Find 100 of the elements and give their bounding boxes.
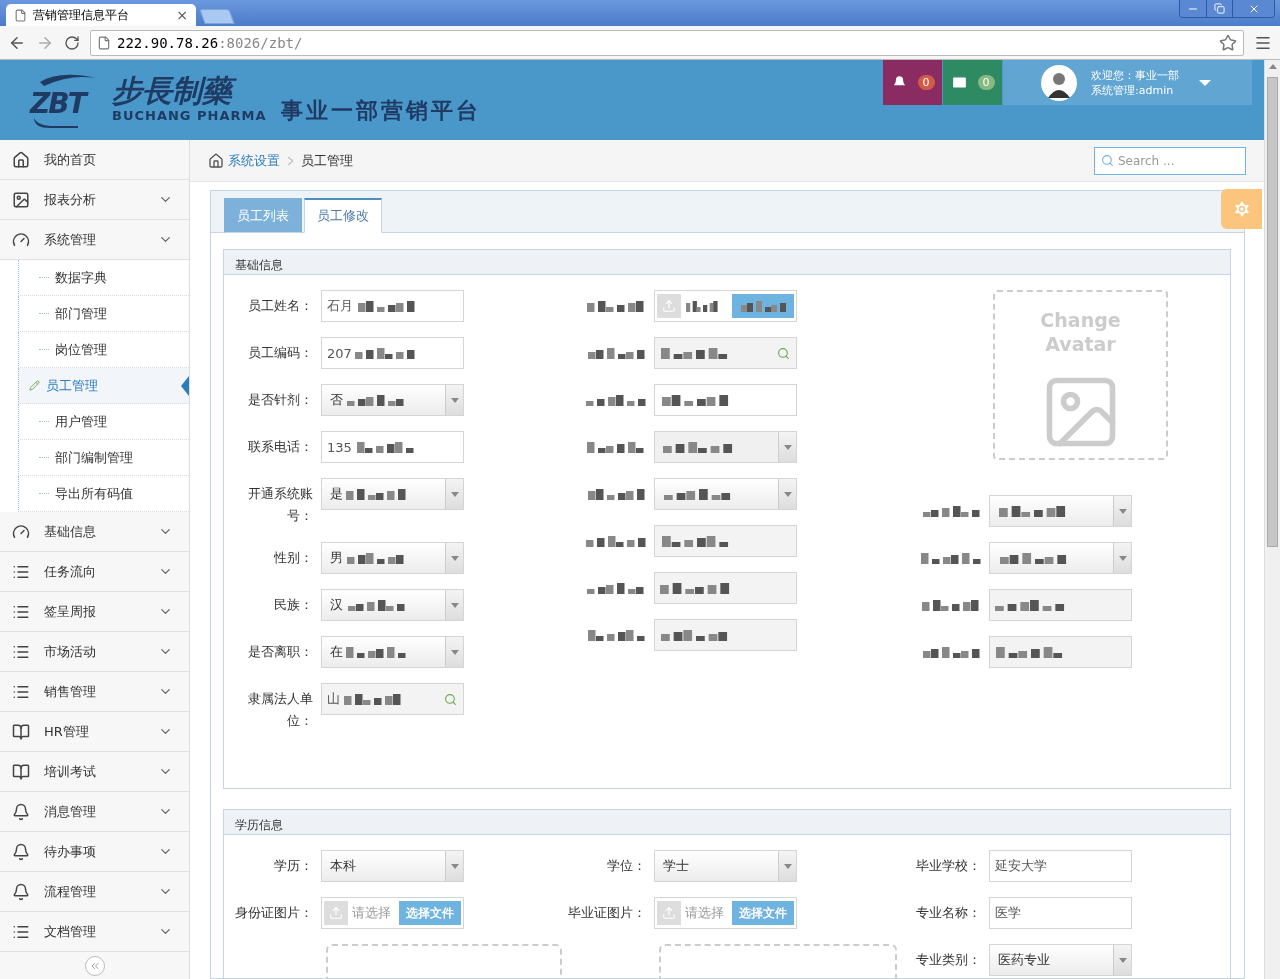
select-field[interactable]: 本科: [321, 850, 464, 882]
sidebar-item[interactable]: 基础信息: [0, 512, 189, 552]
address-bar[interactable]: 222.90.78.26:8026/zbt/: [90, 29, 1244, 56]
sidebar-item[interactable]: 销售管理: [0, 672, 189, 712]
restore-icon[interactable]: [1214, 3, 1225, 14]
sidebar-subitem[interactable]: 员工管理: [18, 368, 189, 404]
dropdown-arrow-icon: [450, 602, 459, 608]
field-value: 医药专业: [998, 951, 1050, 969]
field-value: 石月: [327, 297, 353, 315]
book-icon: [12, 722, 30, 741]
caret-icon: [1199, 79, 1211, 86]
text-field[interactable]: [654, 572, 797, 604]
text-field[interactable]: 医学: [989, 897, 1132, 929]
select-field[interactable]: [654, 478, 797, 510]
lookup-field[interactable]: [654, 337, 797, 369]
sidebar-subitem[interactable]: 用户管理: [18, 404, 189, 440]
select-field[interactable]: 否: [321, 384, 464, 416]
text-field[interactable]: [654, 619, 797, 651]
dropdown-arrow-icon: [1118, 508, 1127, 514]
select-field[interactable]: 汉: [321, 589, 464, 621]
search-icon: [444, 692, 457, 706]
sidebar-subitem[interactable]: 部门编制管理: [18, 440, 189, 476]
select-field[interactable]: [989, 495, 1132, 527]
select-field[interactable]: 医药专业: [989, 944, 1132, 976]
field-value: 本科: [330, 857, 356, 875]
user-greeting: 欢迎您：事业一部: [1091, 67, 1179, 83]
text-field[interactable]: [989, 636, 1132, 668]
field-value: 延安大学: [995, 857, 1047, 875]
sidebar-item[interactable]: 文档管理: [0, 912, 189, 952]
text-field[interactable]: [989, 589, 1132, 621]
text-field[interactable]: [654, 525, 797, 557]
scrollbar[interactable]: [1264, 60, 1280, 979]
field-value: 135: [327, 439, 352, 455]
sidebar-item[interactable]: 任务流向: [0, 552, 189, 592]
sidebar-item[interactable]: 待办事项: [0, 832, 189, 872]
browser-tab[interactable]: 营销管理信息平台 ×: [6, 4, 196, 26]
dropdown-arrow-icon: [450, 491, 459, 497]
select-field[interactable]: [654, 431, 797, 463]
sidebar-subitem[interactable]: 数据字典: [18, 260, 189, 296]
lookup-field[interactable]: 山: [321, 683, 464, 715]
select-field[interactable]: [989, 542, 1132, 574]
avatar-icon: [1041, 64, 1077, 101]
field-label: 是否离职：: [247, 643, 313, 661]
search-icon: [1101, 154, 1114, 167]
sidebar-item[interactable]: 消息管理: [0, 792, 189, 832]
bookmark-star-icon[interactable]: [1219, 33, 1237, 52]
upload-icon: [662, 906, 676, 920]
sidebar-subitem[interactable]: 岗位管理: [18, 332, 189, 368]
reload-icon[interactable]: [64, 34, 80, 51]
book-icon: [12, 762, 30, 781]
sidebar-item[interactable]: 签呈周报: [0, 592, 189, 632]
sidebar-item[interactable]: 我的首页: [0, 140, 189, 180]
platform-title: 事业一部营销平台: [280, 97, 481, 125]
tab[interactable]: 员工修改: [304, 198, 382, 233]
section-title: 学历信息: [224, 810, 1230, 835]
select-field[interactable]: 男: [321, 542, 464, 574]
field-value: 是: [330, 485, 343, 503]
field-label: 民族：: [273, 596, 313, 614]
select-field[interactable]: 在: [321, 636, 464, 668]
sidebar-item[interactable]: 市场活动: [0, 632, 189, 672]
sidebar-item[interactable]: HR管理: [0, 712, 189, 752]
select-field[interactable]: 是: [321, 478, 464, 510]
active-pointer-icon: [181, 376, 189, 396]
bell-icon: [12, 842, 30, 861]
text-field[interactable]: 石月: [321, 290, 464, 322]
choose-file-button[interactable]: [732, 294, 794, 318]
file-placeholder: 请选择: [685, 904, 724, 922]
tab-close-button[interactable]: ×: [176, 7, 188, 23]
field-value: 汉: [330, 596, 343, 614]
breadcrumb-link[interactable]: 系统设置: [228, 151, 280, 170]
home-icon: [12, 150, 30, 169]
field-value: 医学: [995, 904, 1021, 922]
page-icon: [97, 35, 111, 50]
sidebar-item[interactable]: 培训考试: [0, 752, 189, 792]
pencil-icon: [29, 380, 40, 391]
file-field[interactable]: [654, 290, 797, 322]
notification-count: 0: [977, 75, 995, 90]
bell-icon: [12, 882, 30, 901]
sidebar-item[interactable]: 报表分析: [0, 180, 189, 220]
field-label: 身份证图片：: [234, 904, 313, 922]
text-field[interactable]: 延安大学: [989, 850, 1132, 882]
text-field[interactable]: 135: [321, 431, 464, 463]
dropdown-arrow-icon: [783, 863, 792, 869]
chevron-right-icon: [288, 157, 293, 165]
field-label: 专业名称：: [915, 904, 981, 922]
sidebar-subitem[interactable]: 部门管理: [18, 296, 189, 332]
breadcrumb-current: 员工管理: [301, 151, 353, 170]
field-value: 学士: [663, 857, 689, 875]
field-value: 207: [327, 345, 352, 361]
file-placeholder: 请选择: [352, 904, 391, 922]
section-title: 基础信息: [224, 250, 1230, 275]
text-field[interactable]: 207: [321, 337, 464, 369]
sidebar-item[interactable]: 流程管理: [0, 872, 189, 912]
text-field[interactable]: [654, 384, 797, 416]
dropdown-arrow-icon: [450, 397, 459, 403]
select-field[interactable]: 学士: [654, 850, 797, 882]
sidebar-subitem[interactable]: 导出所有码值: [18, 476, 189, 512]
notification-button[interactable]: 0: [883, 60, 942, 105]
scroll-up-arrow-icon[interactable]: [1268, 64, 1277, 69]
upload-icon: [329, 906, 343, 920]
